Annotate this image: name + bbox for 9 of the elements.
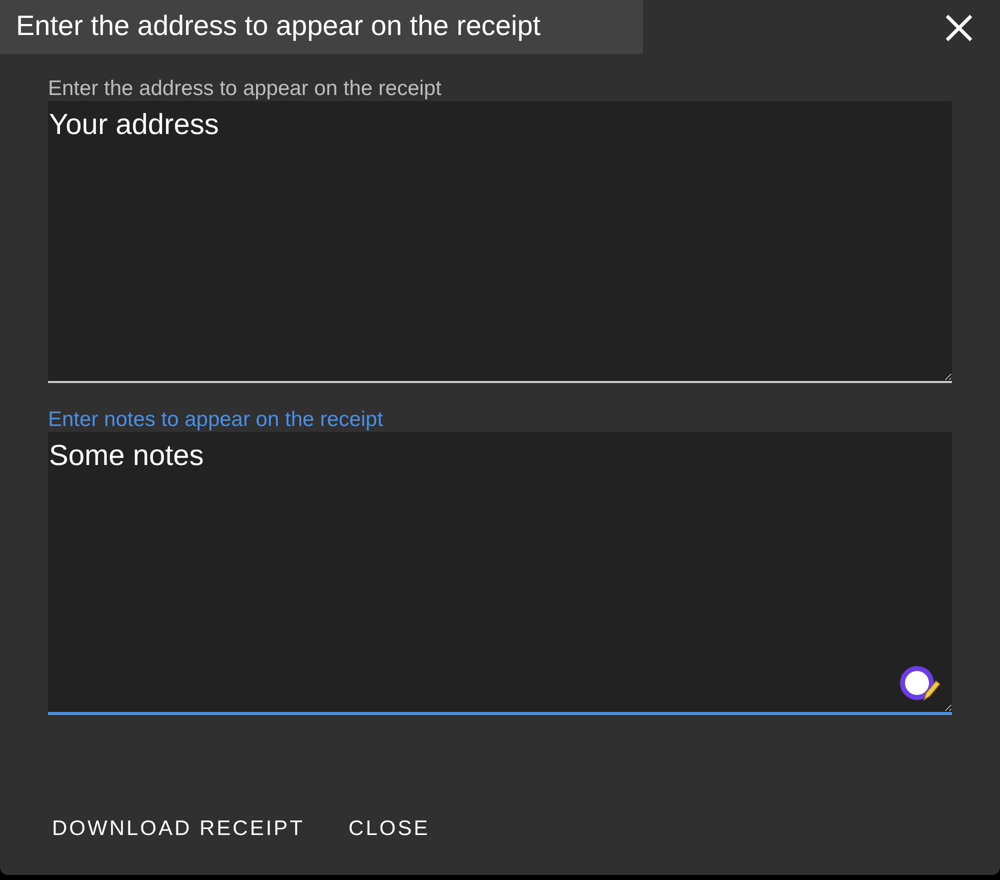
pencil-badge-icon[interactable] [900, 666, 940, 702]
dialog-button[interactable]: DOWNLOAD RECEIPT [40, 809, 317, 849]
dialog-title: Enter the address to appear on the receipt [0, 0, 643, 54]
text-area[interactable]: Some notes [48, 432, 952, 715]
close-icon[interactable] [944, 13, 974, 43]
dialog-button[interactable]: CLOSE [336, 809, 442, 849]
field-label: Enter the address to appear on the receipt [48, 77, 442, 101]
field-label: Enter notes to appear on the receipt [48, 408, 384, 432]
text-area[interactable]: Your address [48, 101, 952, 383]
